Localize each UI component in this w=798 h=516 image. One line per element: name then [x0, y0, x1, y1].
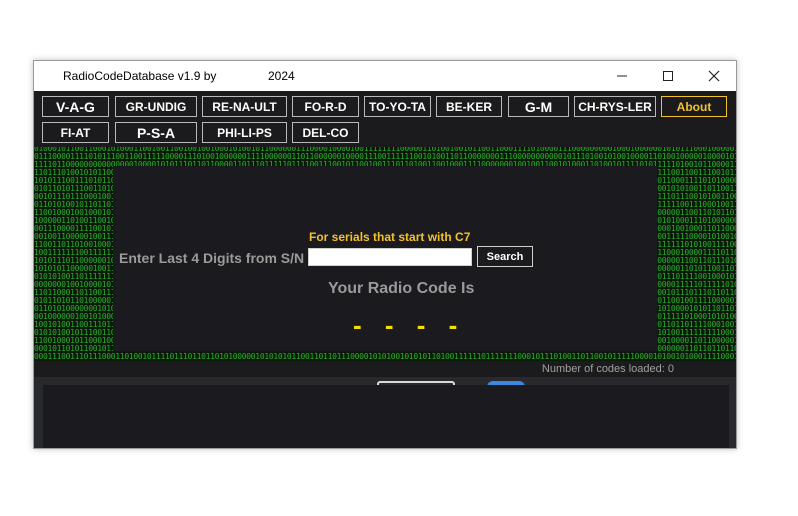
close-button[interactable]: [691, 61, 736, 91]
radio-code-value: - - - -: [353, 310, 466, 340]
title-bar[interactable]: RadioCodeDatabase v1.9 by 2024: [34, 61, 736, 91]
fiat-button[interactable]: FI-AT: [42, 122, 109, 143]
grundig-button[interactable]: GR-UNDIG: [115, 96, 197, 117]
lookup-panel: For serials that start with C7 Enter Las…: [113, 166, 657, 351]
lower-area: [34, 377, 736, 448]
lower-panel: [43, 385, 729, 448]
close-icon: [708, 70, 720, 82]
maximize-icon: [663, 71, 673, 81]
toyota-button[interactable]: TO-YO-TA: [364, 96, 431, 117]
serial-prompt-label: Enter Last 4 Digits from S/N: [119, 250, 305, 266]
app-window: RadioCodeDatabase v1.9 by 2024 V-A-G GR-…: [33, 60, 737, 449]
becker-button[interactable]: BE-KER: [436, 96, 502, 117]
vag-button[interactable]: V-A-G: [42, 96, 109, 117]
window-title: RadioCodeDatabase v1.9 by: [63, 69, 217, 83]
maximize-button[interactable]: [645, 61, 691, 91]
window-title-year: 2024: [268, 69, 295, 83]
minimize-icon: [617, 75, 627, 77]
chrysler-button[interactable]: CH-RYS-LER: [574, 96, 656, 117]
psa-button[interactable]: P-S-A: [115, 122, 197, 143]
gm-button[interactable]: G-M: [508, 96, 569, 117]
minimize-button[interactable]: [599, 61, 645, 91]
search-button[interactable]: Search: [477, 246, 533, 267]
manufacturer-toolbar: V-A-G GR-UNDIG RE-NA-ULT FO-R-D TO-YO-TA…: [34, 91, 736, 147]
delco-button[interactable]: DEL-CO: [292, 122, 359, 143]
codes-loaded-count: Number of codes loaded: 0: [541, 363, 674, 375]
serial-input[interactable]: [308, 248, 472, 266]
renault-button[interactable]: RE-NA-ULT: [202, 96, 287, 117]
philips-button[interactable]: PHI-LI-PS: [202, 122, 287, 143]
ford-button[interactable]: FO-R-D: [292, 96, 359, 117]
serial-hint: For serials that start with C7: [309, 230, 471, 244]
about-button[interactable]: About: [661, 96, 727, 117]
result-label: Your Radio Code Is: [328, 280, 475, 297]
status-bar: Number of codes loaded: 0: [34, 361, 736, 377]
